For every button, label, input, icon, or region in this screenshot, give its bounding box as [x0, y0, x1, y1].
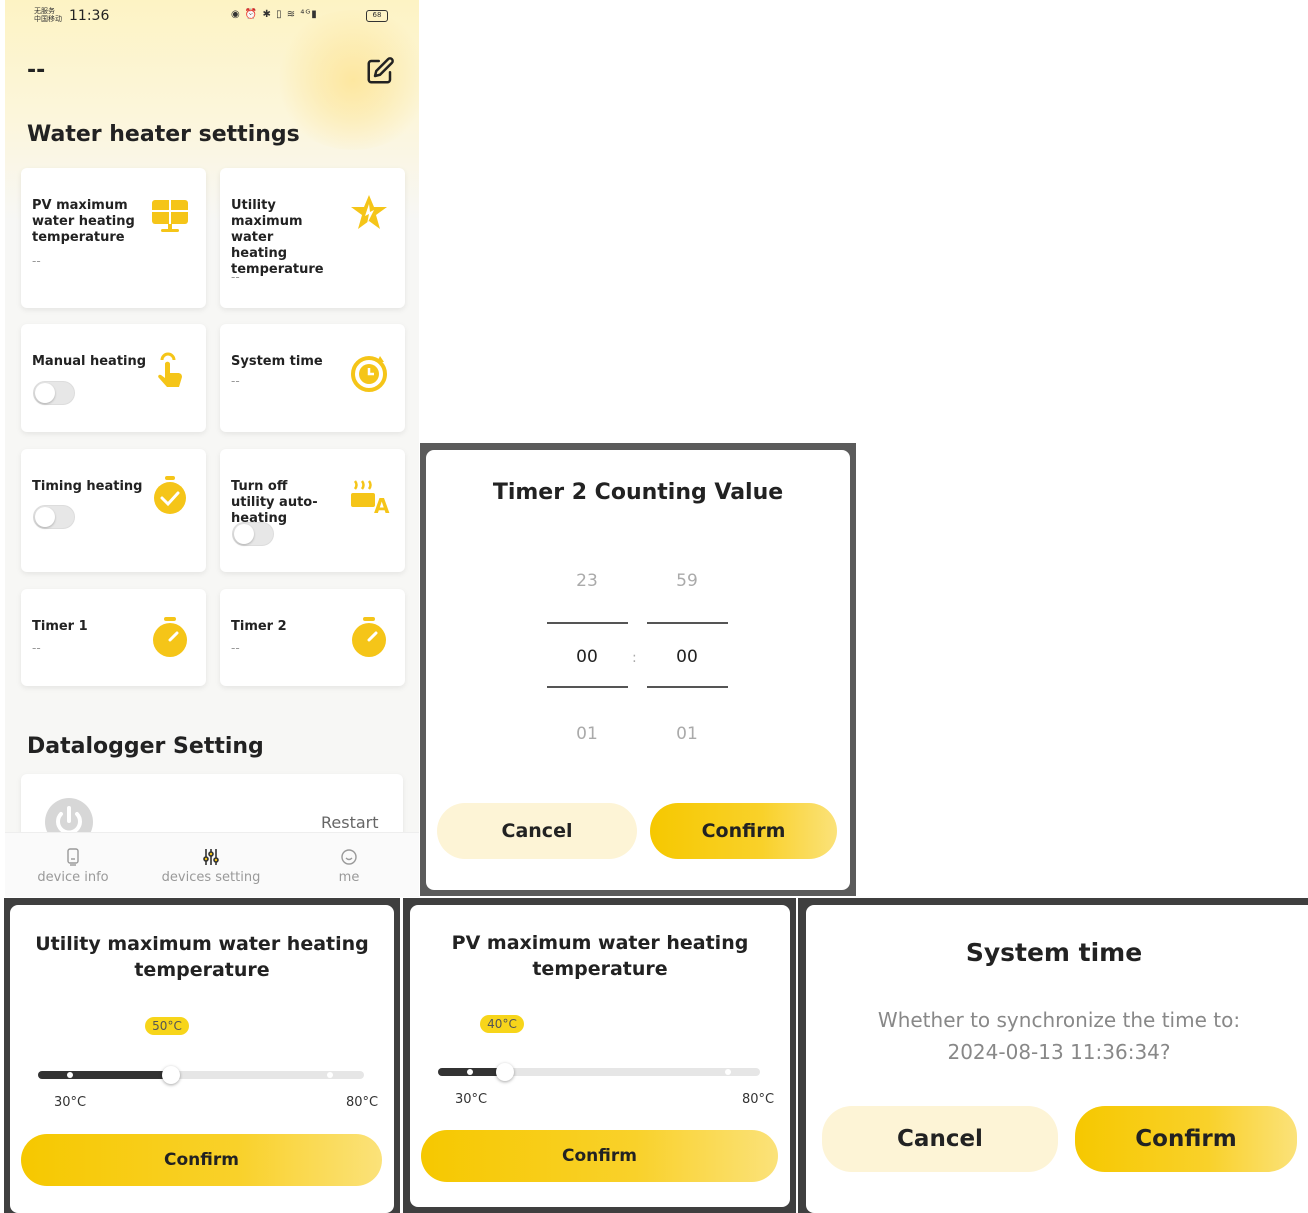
hour-selected[interactable]: 00	[547, 647, 627, 667]
picker-divider	[647, 622, 728, 624]
system-time-message: Whether to synchronize the time to:	[877, 1008, 1241, 1032]
edit-icon[interactable]	[365, 56, 395, 86]
utility-auto-heating-label: Turn off utility auto-heating	[231, 479, 318, 526]
timer2-value: --	[231, 641, 240, 655]
status-icons: ◉ ⏰ ✱ ▯ ≋ ⁴ᴳ▮	[231, 9, 318, 20]
user-icon	[341, 849, 357, 865]
pv-dialog-title: PV maximum water heating temperature	[451, 932, 749, 980]
system-time-label: System time	[231, 354, 323, 369]
pv-slider-track[interactable]	[438, 1068, 760, 1076]
hour-next[interactable]: 01	[547, 724, 627, 744]
pv-max-temp-value: --	[32, 254, 41, 268]
stopwatch-icon	[153, 617, 187, 657]
picker-divider	[547, 622, 628, 624]
pv-min-label: 30°C	[455, 1092, 488, 1107]
system-time-value: --	[231, 374, 240, 388]
manual-heating-label: Manual heating	[32, 354, 147, 369]
device-name: --	[27, 58, 46, 83]
slider-tick	[327, 1072, 333, 1078]
pv-max-temp-card[interactable]: PV maximum water heating temperature --	[21, 168, 206, 308]
manual-heating-card: Manual heating	[21, 324, 206, 432]
minute-selected[interactable]: 00	[647, 647, 727, 667]
status-time: 11:36	[69, 8, 110, 24]
timer1-card[interactable]: Timer 1 --	[21, 589, 206, 686]
pv-max-label: 80°C	[742, 1092, 775, 1107]
timing-heating-label: Timing heating	[32, 479, 143, 494]
device-icon	[67, 848, 79, 866]
nav-me-label: me	[338, 870, 360, 885]
utility-slider-track[interactable]	[38, 1071, 364, 1079]
clock-refresh-icon	[351, 356, 387, 392]
pv-slider-thumb[interactable]	[496, 1063, 514, 1081]
utility-max-temp-card[interactable]: Utility maximum water heating temperatur…	[220, 168, 405, 308]
power-tower-icon	[351, 195, 387, 229]
utility-min-label: 30°C	[54, 1095, 87, 1110]
app-screen: 无服务 中国移动 11:36 ◉ ⏰ ✱ ▯ ≋ ⁴ᴳ▮ 68 -- Water…	[5, 0, 419, 897]
utility-value-bubble: 50°C	[145, 1017, 189, 1035]
system-time-dialog-title: System time	[965, 938, 1143, 967]
slider-tick	[725, 1069, 731, 1075]
manual-heating-toggle[interactable]	[33, 381, 75, 405]
water-heater-section-title: Water heater settings	[27, 122, 300, 147]
slider-tick	[67, 1072, 73, 1078]
battery-icon: 68	[366, 10, 388, 22]
picker-divider	[547, 686, 628, 688]
minute-next[interactable]: 01	[647, 724, 727, 744]
stopwatch-icon	[352, 617, 386, 657]
utility-max-label: 80°C	[346, 1095, 379, 1110]
utility-dialog-title: Utility maximum water heating temperatur…	[35, 933, 369, 981]
carrier-line2: 中国移动	[34, 15, 62, 23]
timer1-label: Timer 1	[32, 619, 88, 634]
system-time-cancel-button[interactable]: Cancel	[822, 1106, 1058, 1172]
timer-check-icon	[154, 476, 186, 514]
pv-value-bubble: 40°C	[480, 1015, 524, 1033]
utility-auto-heating-card: Turn off utility auto-heating A	[220, 449, 405, 572]
utility-max-temp-label: Utility maximum water heating temperatur…	[231, 198, 324, 277]
restart-label: Restart	[321, 813, 379, 832]
system-time-confirm-button[interactable]: Confirm	[1075, 1106, 1297, 1172]
timing-heating-card: Timing heating	[21, 449, 206, 572]
system-time-card[interactable]: System time --	[220, 324, 405, 432]
utility-slider-thumb[interactable]	[162, 1066, 180, 1084]
utility-slider-fill	[38, 1071, 171, 1079]
timer-confirm-button[interactable]: Confirm	[650, 803, 837, 859]
timer2-card[interactable]: Timer 2 --	[220, 589, 405, 686]
nav-devices-setting-label: devices setting	[161, 870, 261, 885]
auto-heating-icon: A	[351, 480, 390, 518]
hand-tap-icon	[158, 352, 182, 387]
nav-device-info[interactable]: device info	[33, 848, 113, 885]
time-separator: :	[632, 650, 637, 666]
svg-text:A: A	[374, 494, 390, 518]
timer2-label: Timer 2	[231, 619, 287, 634]
system-time-datetime: 2024-08-13 11:36:34?	[947, 1040, 1171, 1064]
status-carrier: 无服务 中国移动	[34, 7, 62, 23]
timer1-value: --	[32, 641, 41, 655]
pv-confirm-button[interactable]: Confirm	[421, 1130, 778, 1182]
picker-divider	[647, 686, 728, 688]
carrier-line1: 无服务	[34, 7, 55, 15]
timer-dialog-title: Timer 2 Counting Value	[492, 480, 784, 505]
timer-cancel-button[interactable]: Cancel	[437, 803, 637, 859]
utility-auto-heating-toggle[interactable]	[232, 522, 274, 546]
nav-me[interactable]: me	[325, 848, 373, 885]
utility-max-temp-value: --	[231, 270, 240, 284]
hour-prev[interactable]: 23	[547, 571, 627, 591]
sliders-icon	[203, 849, 219, 865]
minute-prev[interactable]: 59	[647, 571, 727, 591]
timing-heating-toggle[interactable]	[33, 505, 75, 529]
utility-confirm-button[interactable]: Confirm	[21, 1134, 382, 1186]
pv-max-temp-label: PV maximum water heating temperature	[32, 198, 135, 245]
solar-panel-icon	[152, 200, 188, 232]
nav-devices-setting[interactable]: devices setting	[157, 848, 265, 885]
nav-device-info-label: device info	[37, 870, 109, 885]
slider-tick	[467, 1069, 473, 1075]
datalogger-section-title: Datalogger Setting	[27, 734, 264, 759]
